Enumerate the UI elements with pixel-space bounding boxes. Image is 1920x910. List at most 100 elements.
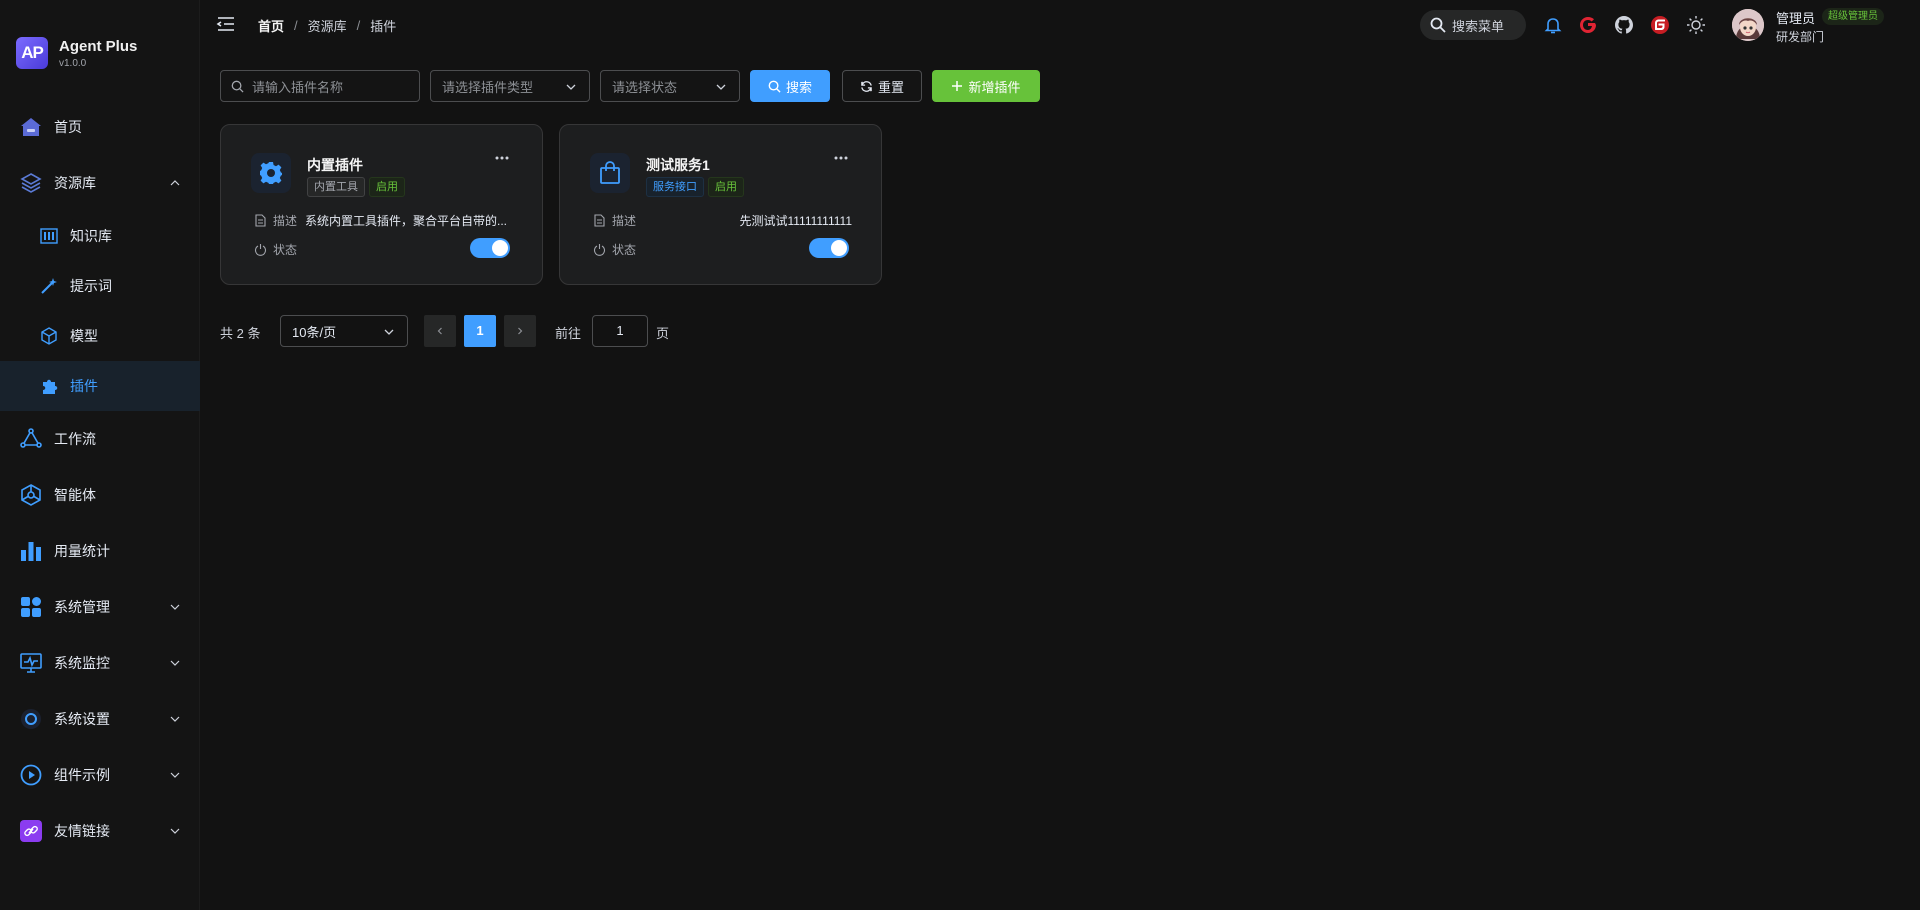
sidebar-item-resources[interactable]: 资源库 xyxy=(0,155,200,211)
page-size-value: 10条/页 xyxy=(292,324,337,340)
status-select[interactable]: 请选择状态 xyxy=(600,70,740,102)
gear-icon xyxy=(251,153,291,193)
gitee-icon[interactable] xyxy=(1649,14,1671,36)
breadcrumb-separator: / xyxy=(356,18,361,33)
puzzle-icon xyxy=(40,377,58,395)
sidebar-item-label: 提示词 xyxy=(70,278,112,294)
plugin-card-description: 描述 系统内置工具插件，聚合平台自带的... xyxy=(253,212,513,228)
more-icon[interactable] xyxy=(494,153,510,163)
status-placeholder: 请选择状态 xyxy=(612,79,678,95)
chevron-down-icon xyxy=(170,604,180,610)
description-label: 描述 xyxy=(273,213,298,228)
sidebar-item-system-settings[interactable]: 系统设置 xyxy=(0,691,200,747)
status-toggle[interactable] xyxy=(809,238,849,258)
sidebar-item-label: 资源库 xyxy=(54,175,96,191)
sidebar-item-knowledge[interactable]: 知识库 xyxy=(0,211,200,261)
plugin-card-description: 描述 先测试试11111111111 xyxy=(592,212,852,228)
plugin-name-placeholder: 请输入插件名称 xyxy=(252,79,344,95)
pagination-total: 共 2 条 xyxy=(220,326,261,341)
reset-button[interactable]: 重置 xyxy=(842,70,922,102)
link-icon xyxy=(20,820,42,842)
breadcrumb-resources[interactable]: 资源库 xyxy=(308,16,347,35)
sidebar-item-plugins[interactable]: 插件 xyxy=(0,361,200,411)
sidebar-item-agents[interactable]: 智能体 xyxy=(0,467,200,523)
document-icon xyxy=(253,213,267,227)
chevron-down-icon xyxy=(170,828,180,834)
plugin-type-select[interactable]: 请选择插件类型 xyxy=(430,70,590,102)
search-icon xyxy=(231,80,244,93)
description-value: 先测试试11111111111 xyxy=(739,213,852,228)
status-label: 状态 xyxy=(612,242,637,257)
sidebar-item-models[interactable]: 模型 xyxy=(0,311,200,361)
chevron-right-icon xyxy=(518,327,523,335)
page-size-select[interactable]: 10条/页 xyxy=(280,315,408,347)
cube-icon xyxy=(40,327,58,345)
bell-icon[interactable] xyxy=(1542,14,1564,36)
power-icon xyxy=(592,242,606,256)
sidebar-item-prompts[interactable]: 提示词 xyxy=(0,261,200,311)
description-value: 系统内置工具插件，聚合平台自带的... xyxy=(305,213,508,228)
sidebar-item-label: 用量统计 xyxy=(54,543,110,559)
github-icon[interactable] xyxy=(1613,14,1635,36)
menu-collapse-icon[interactable] xyxy=(216,14,236,34)
search-button[interactable]: 搜索 xyxy=(750,70,830,102)
workflow-icon xyxy=(20,428,42,450)
sidebar-item-links[interactable]: 友情链接 xyxy=(0,803,200,859)
document-icon xyxy=(592,213,606,227)
plugin-name-input[interactable]: 请输入插件名称 xyxy=(220,70,420,102)
avatar[interactable] xyxy=(1732,9,1764,41)
sidebar-item-workflow[interactable]: 工作流 xyxy=(0,411,200,467)
status-label: 状态 xyxy=(273,242,298,257)
chevron-left-icon xyxy=(437,327,442,335)
status-tag: 启用 xyxy=(708,177,744,197)
plugin-card-tags: 服务接口 启用 xyxy=(646,177,748,197)
agent-icon xyxy=(20,484,42,506)
search-button-label: 搜索 xyxy=(785,79,812,95)
sidebar-item-usage[interactable]: 用量统计 xyxy=(0,523,200,579)
sidebar-item-components[interactable]: 组件示例 xyxy=(0,747,200,803)
search-menu-label: 搜索菜单 xyxy=(1452,18,1505,34)
logo-badge: AP xyxy=(16,37,48,69)
app-version: v1.0.0 xyxy=(59,58,87,69)
search-menu-button[interactable]: 搜索菜单 xyxy=(1420,10,1526,40)
chevron-down-icon xyxy=(566,84,576,90)
app-logo[interactable]: AP Agent Plus v1.0.0 xyxy=(16,36,186,70)
sidebar-menu: 首页 资源库 知识库 提示词 模型 插件 工作流 智能体 用量统计 系统管理 系… xyxy=(0,99,200,859)
plus-icon xyxy=(952,81,963,91)
plugin-card-tags: 内置工具 启用 xyxy=(307,177,409,197)
reset-button-label: 重置 xyxy=(877,79,904,95)
gitee-g-icon[interactable] xyxy=(1577,14,1599,36)
role-badge: 超级管理员 xyxy=(1822,8,1884,25)
breadcrumb-plugins: 插件 xyxy=(370,19,397,34)
plugin-card-title: 内置插件 xyxy=(307,157,363,173)
plugin-card[interactable]: 测试服务1 服务接口 启用 描述 先测试试11111111111 状态 xyxy=(559,124,882,285)
prev-page-button[interactable] xyxy=(424,315,456,347)
type-tag: 内置工具 xyxy=(307,177,365,197)
sidebar-item-label: 系统设置 xyxy=(54,711,110,727)
monitor-icon xyxy=(20,652,42,674)
sidebar: AP Agent Plus v1.0.0 首页 资源库 知识库 提示词 模型 插… xyxy=(0,0,200,910)
sidebar-item-label: 系统监控 xyxy=(54,655,110,671)
goto-label: 前往 xyxy=(555,326,582,341)
add-plugin-button[interactable]: 新增插件 xyxy=(932,70,1040,102)
page-number-current[interactable]: 1 xyxy=(464,315,496,347)
type-tag: 服务接口 xyxy=(646,177,704,197)
more-icon[interactable] xyxy=(833,153,849,163)
breadcrumb-home[interactable]: 首页 xyxy=(258,16,284,35)
sidebar-item-home[interactable]: 首页 xyxy=(0,99,200,155)
sidebar-item-system-monitor[interactable]: 系统监控 xyxy=(0,635,200,691)
user-name[interactable]: 管理员 xyxy=(1776,8,1815,27)
plugin-card[interactable]: 内置插件 内置工具 启用 描述 系统内置工具插件，聚合平台自带的... 状态 xyxy=(220,124,543,285)
plugin-card-title: 测试服务1 xyxy=(646,157,710,173)
sidebar-item-system-admin[interactable]: 系统管理 xyxy=(0,579,200,635)
status-toggle[interactable] xyxy=(470,238,510,258)
breadcrumb: 首页 / 资源库 / 插件 xyxy=(258,16,396,35)
next-page-button[interactable] xyxy=(504,315,536,347)
sun-icon[interactable] xyxy=(1685,14,1707,36)
status-tag: 启用 xyxy=(369,177,405,197)
goto-page-input[interactable]: 1 xyxy=(592,315,648,347)
search-icon xyxy=(1430,17,1446,33)
shopping-bag-icon xyxy=(590,153,630,193)
sidebar-item-label: 友情链接 xyxy=(54,823,110,839)
breadcrumb-separator: / xyxy=(294,18,298,33)
